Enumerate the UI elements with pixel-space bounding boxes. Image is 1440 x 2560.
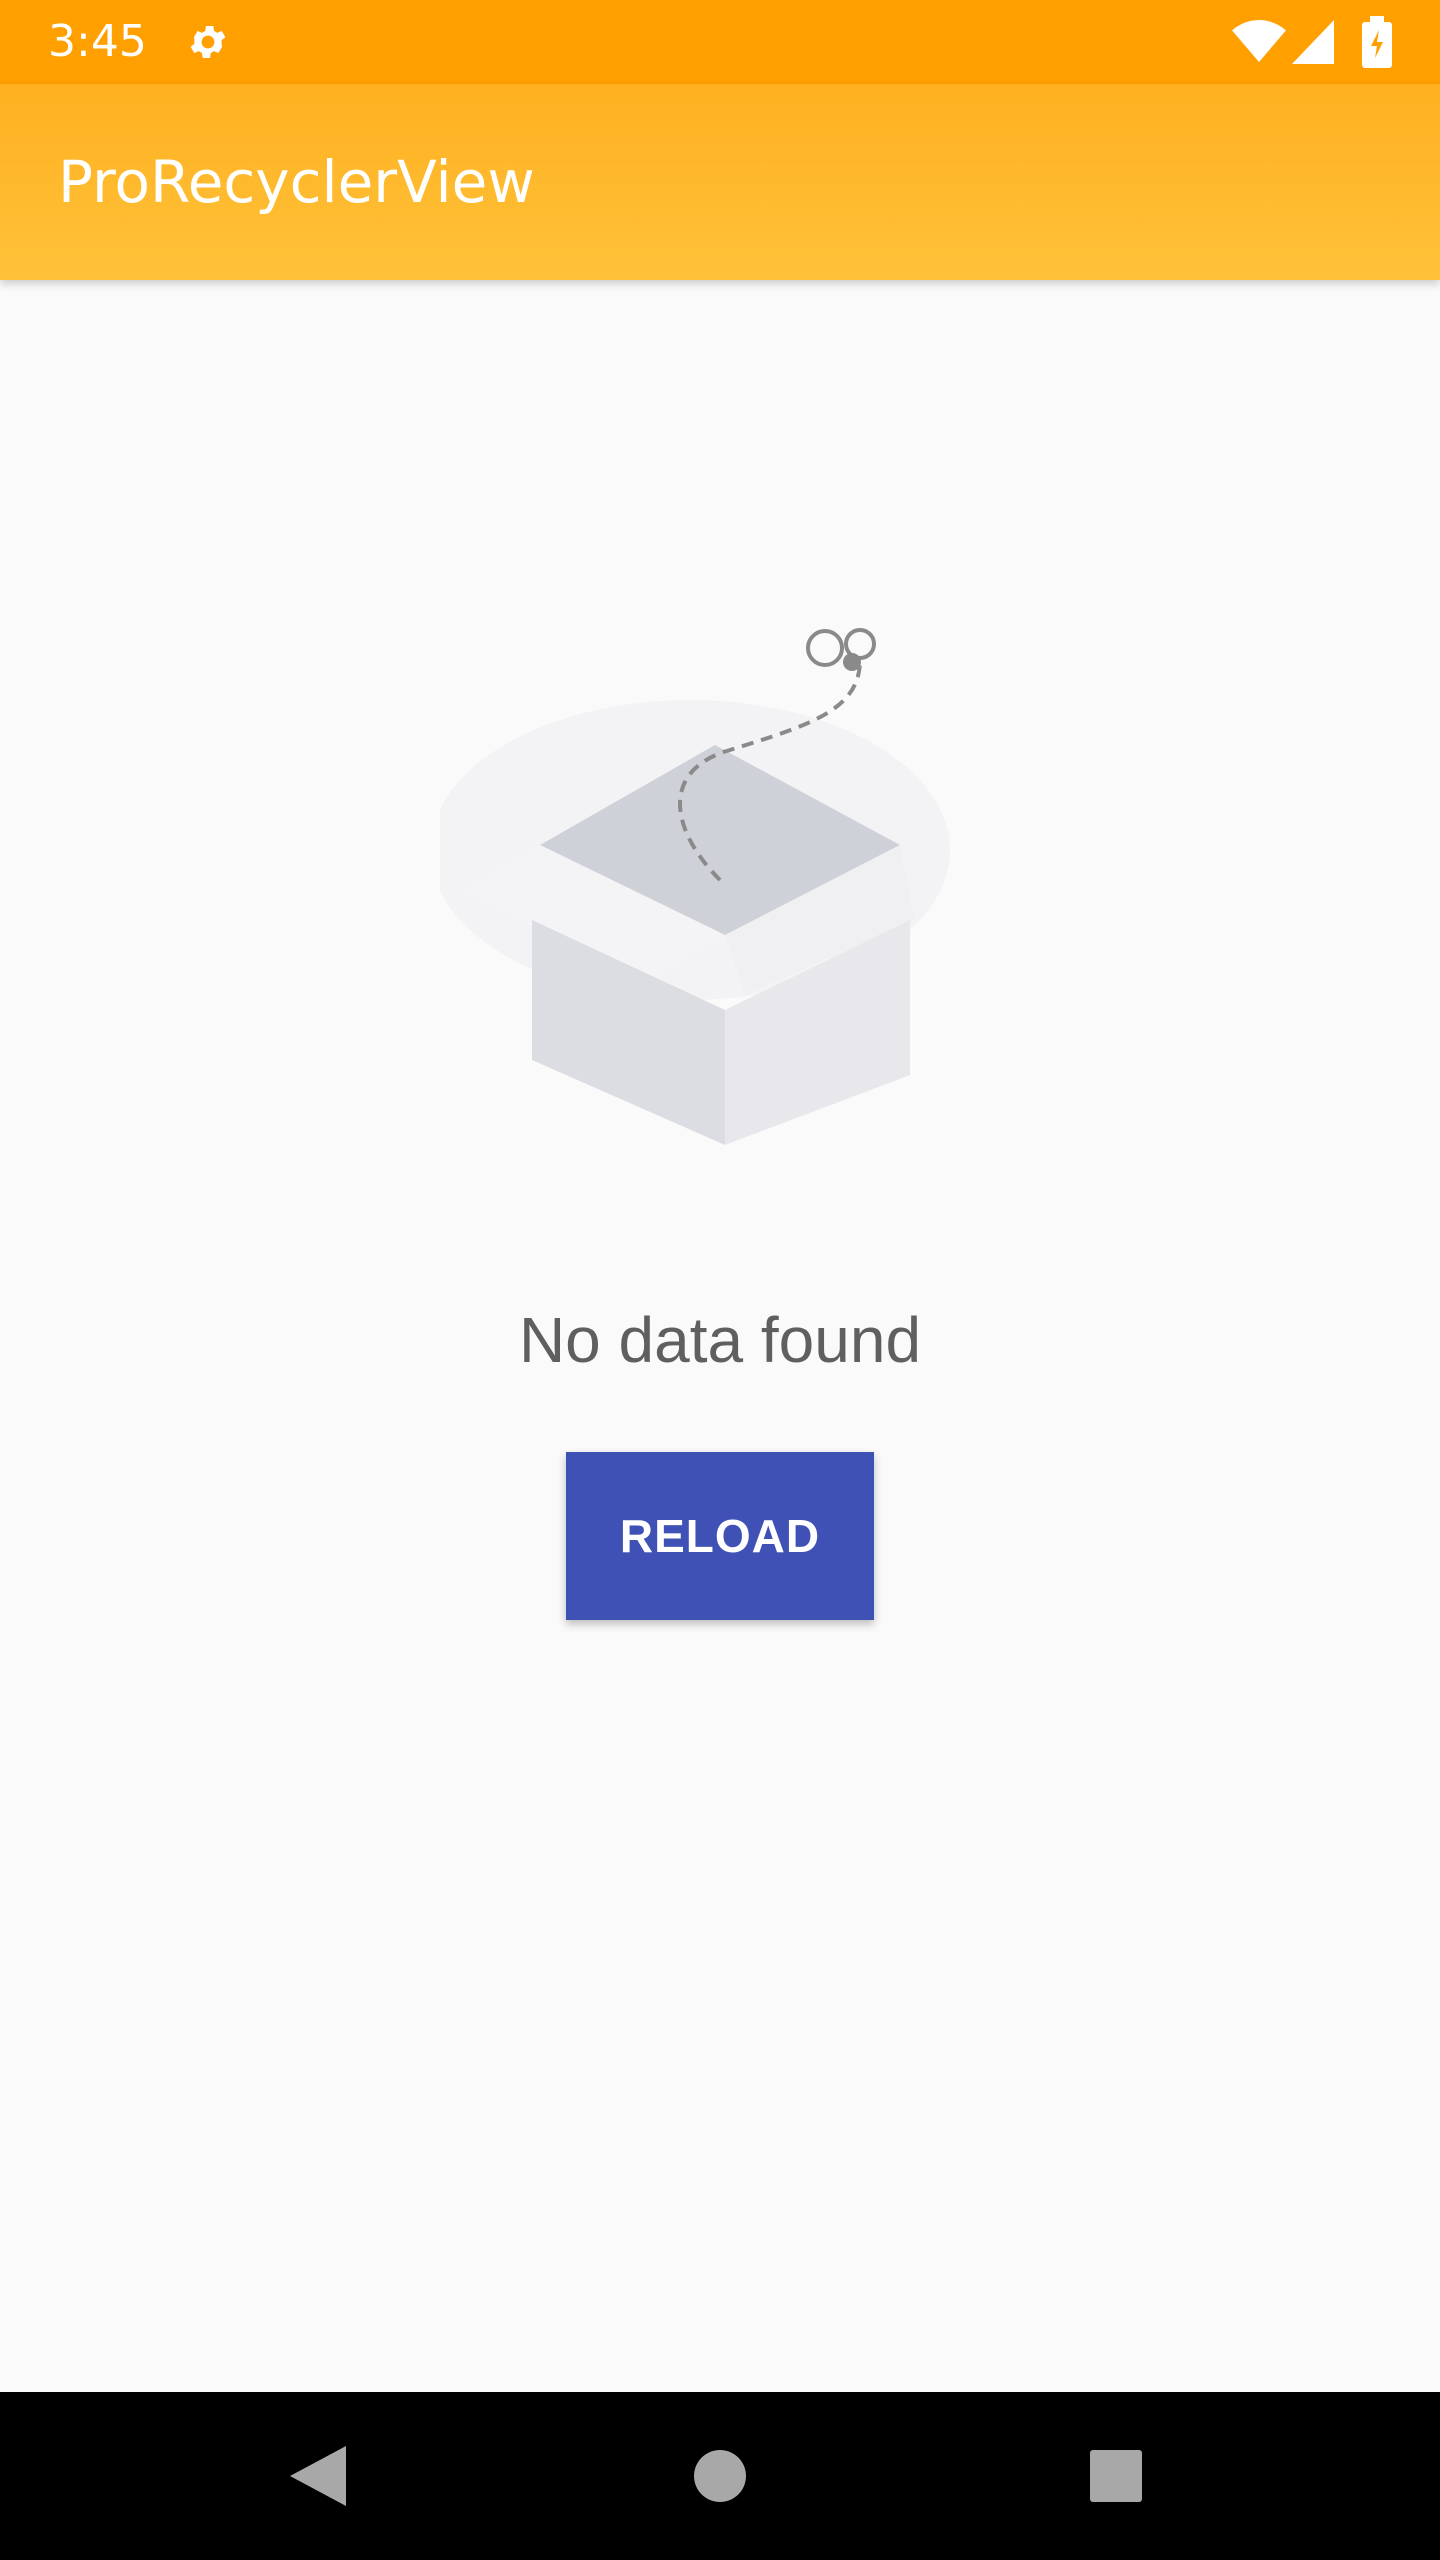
gear-icon <box>190 26 226 58</box>
reload-button[interactable]: RELOAD <box>566 1452 874 1620</box>
home-icon[interactable] <box>694 2450 746 2502</box>
open-box-icon <box>440 628 950 1145</box>
back-icon[interactable] <box>290 2446 346 2506</box>
battery-icon <box>1362 16 1392 68</box>
app-toolbar: ProRecyclerView <box>0 84 1440 280</box>
status-time: 3:45 <box>48 16 147 67</box>
status-bar: 3:45 <box>0 0 1440 84</box>
signal-icon <box>1292 20 1334 64</box>
wifi-icon <box>1232 20 1286 62</box>
recents-icon[interactable] <box>1090 2450 1142 2502</box>
empty-message: No data found <box>518 1304 922 1376</box>
toolbar-title: ProRecyclerView <box>58 148 535 216</box>
